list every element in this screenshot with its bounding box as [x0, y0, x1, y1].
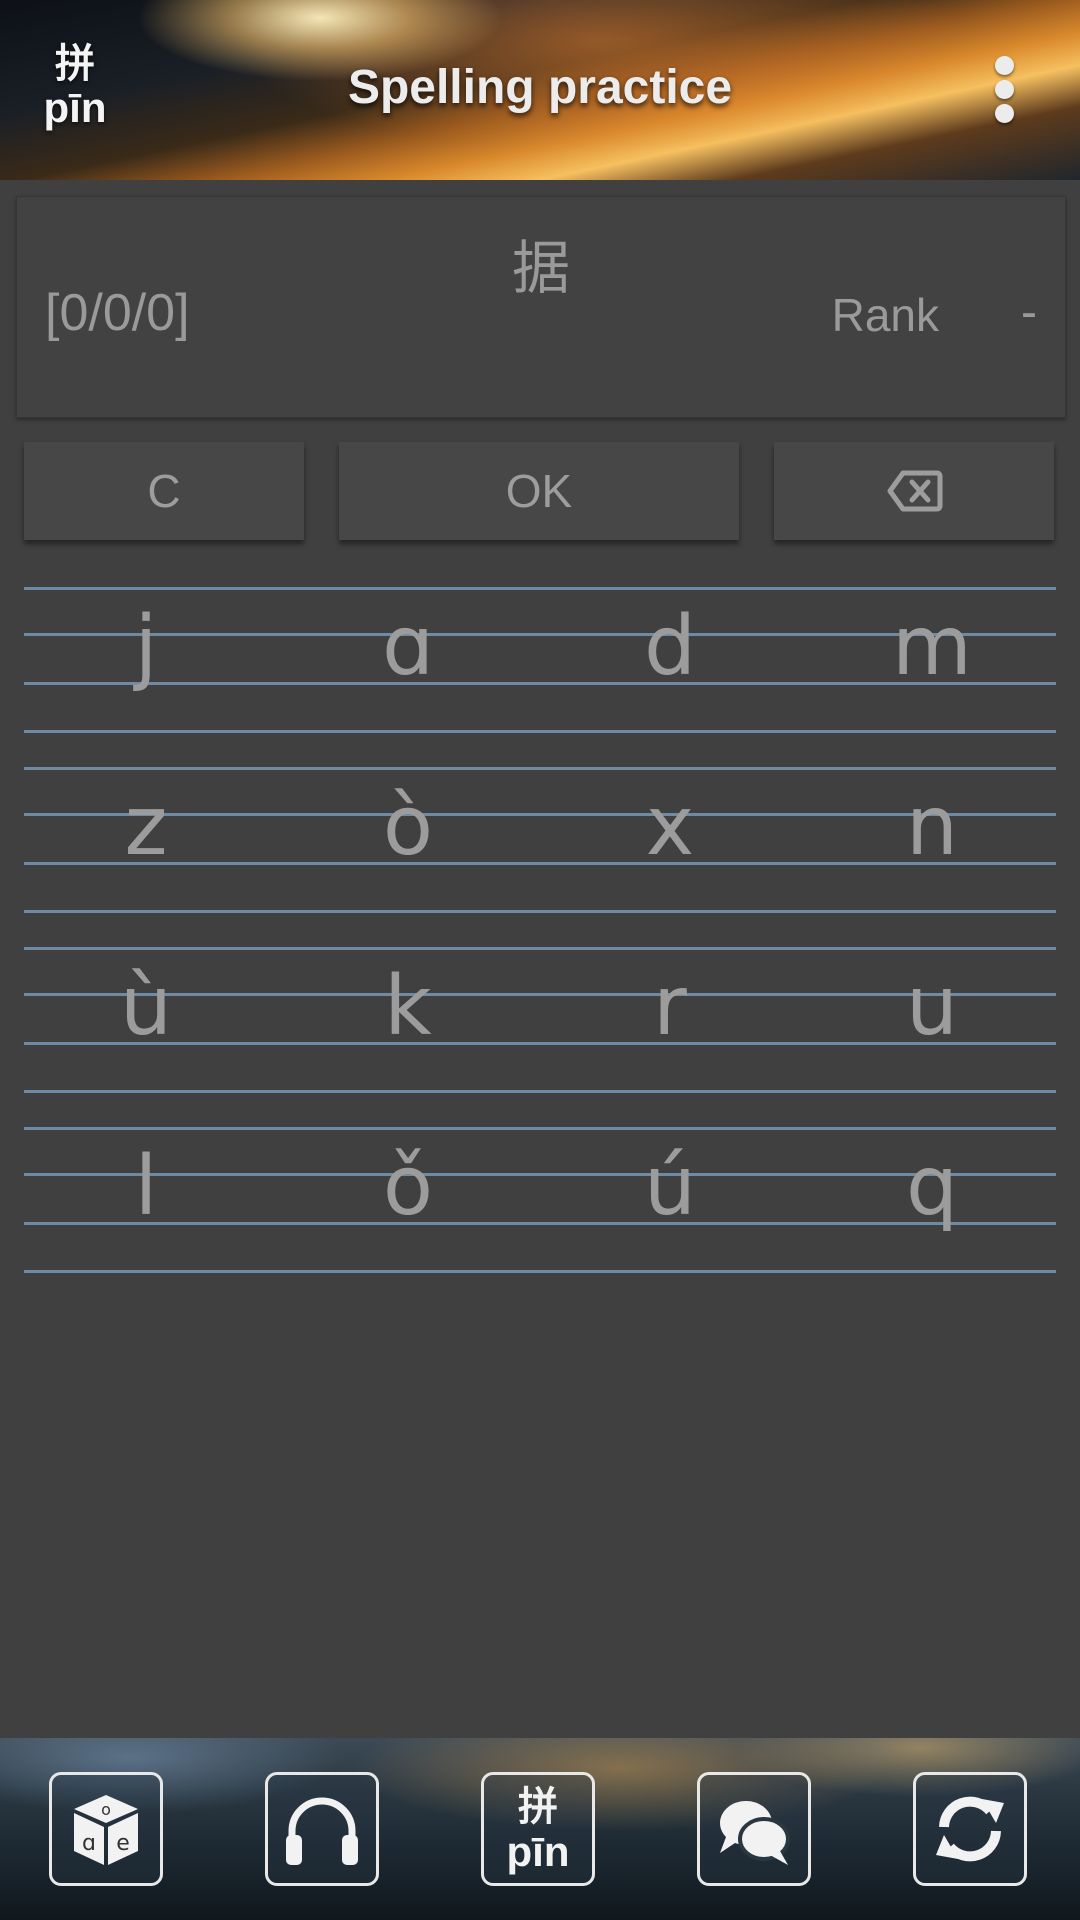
- key-z[interactable]: z: [15, 761, 277, 893]
- pinyin-keyboard: j ɑ d m z ò x n ù k r u l ǒ ú q: [0, 553, 1080, 1738]
- key-k[interactable]: k: [277, 941, 539, 1073]
- dice-face-left: ɑ: [82, 1831, 96, 1856]
- rank-label: Rank: [831, 289, 939, 341]
- key-row: z ò x n: [0, 767, 1080, 917]
- key-x[interactable]: x: [539, 761, 801, 893]
- page-title: Spelling practice: [347, 61, 733, 114]
- headphones-icon: [286, 1797, 358, 1865]
- clear-button[interactable]: C: [24, 442, 304, 540]
- key-r[interactable]: r: [539, 941, 801, 1073]
- key-d[interactable]: d: [539, 581, 801, 713]
- key-q[interactable]: q: [801, 1121, 1063, 1253]
- key-a[interactable]: ɑ: [277, 581, 539, 713]
- key-u-acute[interactable]: ú: [539, 1121, 801, 1253]
- score-counter: [0/0/0]: [45, 284, 190, 342]
- dice-face-right: e: [116, 1831, 130, 1856]
- pinyin-icon-text: pīn: [506, 1828, 570, 1875]
- backspace-button[interactable]: [774, 442, 1054, 540]
- header-bar: 拼 pīn Spelling practice: [0, 0, 1080, 180]
- key-row: l ǒ ú q: [0, 1127, 1080, 1277]
- dice-vowels-icon: o ɑ e: [74, 1795, 138, 1865]
- nav-listen-button[interactable]: [265, 1772, 379, 1886]
- rank-value: -: [1021, 286, 1037, 339]
- key-n[interactable]: n: [801, 761, 1063, 893]
- chat-bubbles-icon: [720, 1801, 790, 1865]
- key-l[interactable]: l: [15, 1121, 277, 1253]
- question-card: 据 [0/0/0] Rank -: [16, 196, 1066, 418]
- bottom-nav: o ɑ e 拼 pīn: [0, 1738, 1080, 1920]
- key-row: j ɑ d m: [0, 587, 1080, 737]
- key-o-caron[interactable]: ǒ: [277, 1121, 539, 1253]
- ok-button[interactable]: OK: [339, 442, 739, 540]
- pinyin-icon-han: 拼: [518, 1785, 558, 1829]
- key-m[interactable]: m: [801, 581, 1063, 713]
- nav-pinyin-button[interactable]: 拼 pīn: [481, 1772, 595, 1886]
- key-row: ù k r u: [0, 947, 1080, 1097]
- refresh-icon: [936, 1796, 1004, 1862]
- key-o-grave[interactable]: ò: [277, 761, 539, 893]
- dice-face-top: o: [101, 1800, 111, 1819]
- key-u-grave[interactable]: ù: [15, 941, 277, 1073]
- nav-vowels-button[interactable]: o ɑ e: [49, 1772, 163, 1886]
- nav-chat-button[interactable]: [697, 1772, 811, 1886]
- more-vert-icon[interactable]: [985, 56, 1025, 124]
- key-j[interactable]: j: [15, 581, 277, 713]
- backspace-icon: [887, 470, 943, 512]
- nav-refresh-button[interactable]: [913, 1772, 1027, 1886]
- app-logo[interactable]: 拼 pīn: [30, 42, 120, 142]
- logo-pinyin: pīn: [43, 84, 107, 131]
- logo-han: 拼: [55, 42, 95, 86]
- key-u[interactable]: u: [801, 941, 1063, 1073]
